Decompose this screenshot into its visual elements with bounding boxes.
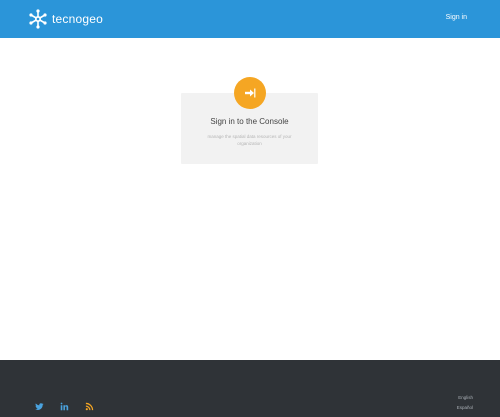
logo[interactable]: tecnogeo xyxy=(28,9,103,29)
footer xyxy=(0,360,500,417)
language-spanish[interactable]: Español xyxy=(457,405,473,410)
sign-in-button[interactable] xyxy=(234,77,266,109)
linkedin-icon xyxy=(60,402,68,410)
language-english[interactable]: English xyxy=(458,395,473,400)
snowflake-logo-icon xyxy=(29,9,47,29)
card-subtitle: manage the spatial data resources of you… xyxy=(207,134,292,146)
rss-link[interactable] xyxy=(84,401,94,411)
twitter-icon xyxy=(34,402,44,410)
linkedin-link[interactable] xyxy=(59,401,69,411)
card-title: Sign in to the Console xyxy=(210,117,289,126)
sign-in-link[interactable]: Sign in xyxy=(446,14,467,21)
brand-name: tecnogeo xyxy=(52,12,103,26)
twitter-link[interactable] xyxy=(34,401,44,411)
top-navbar: tecnogeo Sign in xyxy=(0,0,500,38)
rss-icon xyxy=(85,402,93,410)
sign-in-arrow-icon xyxy=(245,88,256,98)
